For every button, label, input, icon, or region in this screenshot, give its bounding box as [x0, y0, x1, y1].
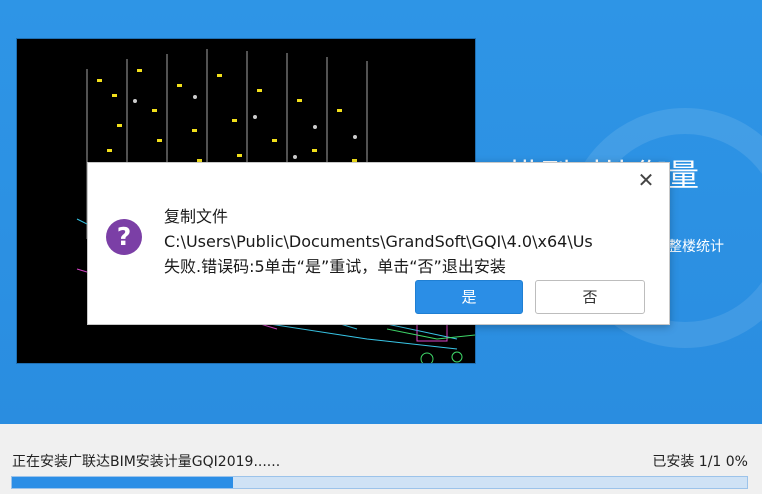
yes-button[interactable]: 是 — [415, 280, 523, 314]
dialog-message: 复制文件 C:\Users\Public\Documents\GrandSoft… — [164, 204, 619, 279]
message-line-title: 复制文件 — [164, 207, 229, 226]
install-count-text: 已安装 1/1 0% — [652, 454, 748, 470]
message-line-path: C:\Users\Public\Documents\GrandSoft\GQI\… — [164, 232, 593, 251]
progress-fill — [12, 477, 233, 488]
message-line-error: 失败.错误码:5单击“是”重试，单击“否”退出安装 — [164, 257, 506, 276]
question-icon: ? — [106, 219, 142, 255]
install-progress-bar — [11, 476, 748, 489]
no-button[interactable]: 否 — [535, 280, 645, 314]
install-footer: 正在安装广联达BIM安装计量GQI2019...... 已安装 1/1 0% — [0, 424, 762, 494]
install-status-text: 正在安装广联达BIM安装计量GQI2019...... — [12, 454, 281, 470]
close-icon[interactable]: ✕ — [637, 170, 655, 190]
hero-subtitle: 整楼统计 — [668, 239, 724, 255]
error-dialog: ✕ ? 复制文件 C:\Users\Public\Documents\Grand… — [87, 162, 670, 325]
